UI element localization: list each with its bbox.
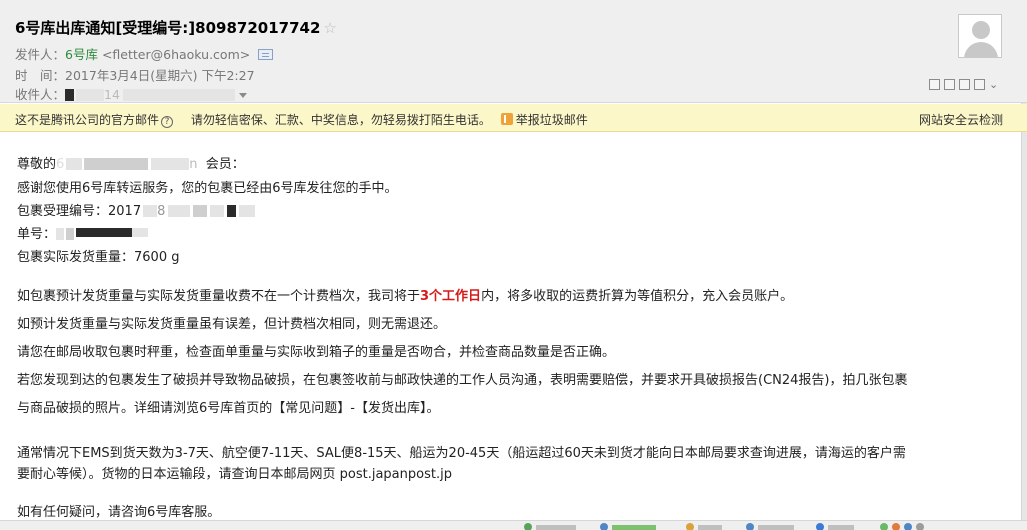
greeting-partial-2: n xyxy=(189,157,198,172)
redaction xyxy=(76,89,105,101)
redaction xyxy=(65,89,75,101)
paragraph-delivery-2: 要耐心等候）。货物的日本运输段，请查询日本邮局网页 post.japanpost… xyxy=(17,467,452,482)
from-label: 发件人： xyxy=(15,47,66,62)
status-icon xyxy=(600,523,608,530)
status-text-placeholder xyxy=(536,524,576,530)
tracking-number-line: 单号： xyxy=(17,223,149,242)
status-item[interactable] xyxy=(686,523,722,530)
print-icon[interactable] xyxy=(974,79,985,90)
avatar-head xyxy=(972,21,990,39)
report-spam-link[interactable]: 举报垃圾邮件 xyxy=(516,113,588,127)
status-icon xyxy=(524,523,532,530)
greeting-line: 尊敬的6 n 会员： xyxy=(17,153,245,172)
status-text-placeholder xyxy=(758,524,794,530)
status-bar xyxy=(0,520,1027,530)
to-row: 收件人： 14 xyxy=(15,84,247,103)
redaction xyxy=(66,228,75,240)
mail-header: 6号库出库通知[受理编号:]809872017742 ☆ 发件人：6号库 <fle… xyxy=(0,0,1027,103)
time-label: 时 间： xyxy=(15,68,66,83)
redaction xyxy=(122,89,235,101)
para1-post: 内，将多收取的运费折算为等值积分，充入会员账户。 xyxy=(481,289,794,304)
paragraph-check-weight: 请您在邮局收取包裹时秤重，检查面单重量与实际收到箱子的重量是否吻合，并检查商品数… xyxy=(17,345,616,360)
to-partial: 14 xyxy=(104,87,120,102)
redaction xyxy=(143,205,158,217)
status-icon xyxy=(904,523,912,530)
restore-window-icon[interactable] xyxy=(929,79,940,90)
status-item[interactable] xyxy=(746,523,794,530)
weight-line: 包裹实际发货重量：7600 g xyxy=(17,250,180,265)
greeting-partial-1: 6 xyxy=(56,157,65,172)
redaction xyxy=(168,205,191,217)
chevron-down-icon[interactable] xyxy=(238,93,247,98)
para1-highlight: 3个工作日 xyxy=(420,289,482,304)
status-text-placeholder xyxy=(698,524,722,530)
status-item[interactable] xyxy=(816,523,854,530)
thanks-line: 感谢您使用6号库转运服务，您的包裹已经由6号库发往您的手中。 xyxy=(17,181,398,196)
redaction xyxy=(132,228,149,237)
new-window-icon[interactable] xyxy=(959,79,970,90)
redaction xyxy=(84,158,149,170)
paragraph-damage-2: 与商品破损的照片。详细请浏览6号库首页的【常见问题】-【发货出库】。 xyxy=(17,401,440,416)
redaction xyxy=(193,205,208,217)
redaction xyxy=(239,205,256,217)
from-row: 发件人：6号库 <fletter@6haoku.com> xyxy=(15,44,274,63)
redaction xyxy=(151,158,190,170)
status-item[interactable] xyxy=(524,523,576,530)
redaction xyxy=(210,205,225,217)
paragraph-delivery-1: 通常情况下EMS到货天数为3-7天、航空便7-11天、SAL便8-15天、船运为… xyxy=(17,446,906,461)
status-text-placeholder xyxy=(612,524,656,530)
subject-text: 6号库出库通知[受理编号:]809872017742 xyxy=(15,19,321,37)
status-item[interactable] xyxy=(600,523,656,530)
redaction xyxy=(227,205,237,217)
status-icon xyxy=(686,523,694,530)
address-book-icon[interactable] xyxy=(258,49,274,60)
security-notice-bar: 这不是腾讯公司的官方邮件? 请勿轻信密保、汇款、中奖信息，勿轻易拨打陌生电话。 … xyxy=(0,104,1027,132)
sender-email[interactable]: <fletter@6haoku.com> xyxy=(102,47,250,62)
status-item[interactable] xyxy=(880,523,924,530)
paragraph-damage-1: 若您发现到达的包裹发生了破损并导致物品破损，在包裹签收前与邮政快递的工作人员沟通… xyxy=(17,373,908,388)
sender-name[interactable]: 6号库 xyxy=(65,47,98,62)
status-icon xyxy=(916,523,924,530)
greeting-post: 会员： xyxy=(205,157,245,172)
notice-text-2: 请勿轻信密保、汇款、中奖信息，勿轻易拨打陌生电话。 xyxy=(190,113,491,127)
redaction xyxy=(56,228,65,240)
help-icon[interactable]: ? xyxy=(161,116,174,128)
time-row: 时 间：2017年3月4日(星期六) 下午2:27 xyxy=(15,65,255,84)
package-number-line: 包裹受理编号：2017 8 xyxy=(17,200,256,219)
status-icon xyxy=(816,523,824,530)
paragraph-contact: 如有任何疑问，请咨询6号库客服。 xyxy=(17,505,221,520)
redaction xyxy=(66,158,83,170)
report-spam-icon[interactable] xyxy=(500,113,513,125)
notice-text-1: 这不是腾讯公司的官方邮件 xyxy=(15,113,160,127)
status-icon xyxy=(880,523,888,530)
paragraph-refund: 如包裹预计发货重量与实际发货重量收费不在一个计费档次，我司将于3个工作日内，将多… xyxy=(17,285,793,304)
mail-subject: 6号库出库通知[受理编号:]809872017742 ☆ xyxy=(15,17,337,38)
status-icon xyxy=(892,523,900,530)
status-icon xyxy=(746,523,754,530)
single-window-icon[interactable] xyxy=(944,79,955,90)
greeting-pre: 尊敬的 xyxy=(17,157,57,172)
paragraph-same-tier: 如预计发货重量与实际发货重量虽有误差，但计费档次相同，则无需退还。 xyxy=(17,317,447,332)
avatar-icon[interactable] xyxy=(958,14,1002,58)
chevron-down-icon[interactable]: ⌄ xyxy=(989,79,999,90)
package-number-partial-2: 8 xyxy=(157,204,166,219)
window-tool-icons: ⌄ xyxy=(929,79,999,90)
package-number-label: 包裹受理编号： xyxy=(17,204,109,219)
time-value: 2017年3月4日(星期六) 下午2:27 xyxy=(65,68,255,83)
star-icon[interactable]: ☆ xyxy=(323,19,336,37)
package-number-partial-1: 2017 xyxy=(108,204,142,219)
avatar-body xyxy=(964,42,998,57)
status-text-placeholder xyxy=(828,524,854,530)
to-label: 收件人： xyxy=(15,87,66,102)
security-check-link[interactable]: 网站安全云检测 xyxy=(919,111,1003,128)
para1-pre: 如包裹预计发货重量与实际发货重量收费不在一个计费档次，我司将于 xyxy=(17,289,421,304)
redaction xyxy=(76,228,133,237)
notice-left: 这不是腾讯公司的官方邮件? 请勿轻信密保、汇款、中奖信息，勿轻易拨打陌生电话。 … xyxy=(15,111,588,128)
tracking-label: 单号： xyxy=(17,227,57,242)
